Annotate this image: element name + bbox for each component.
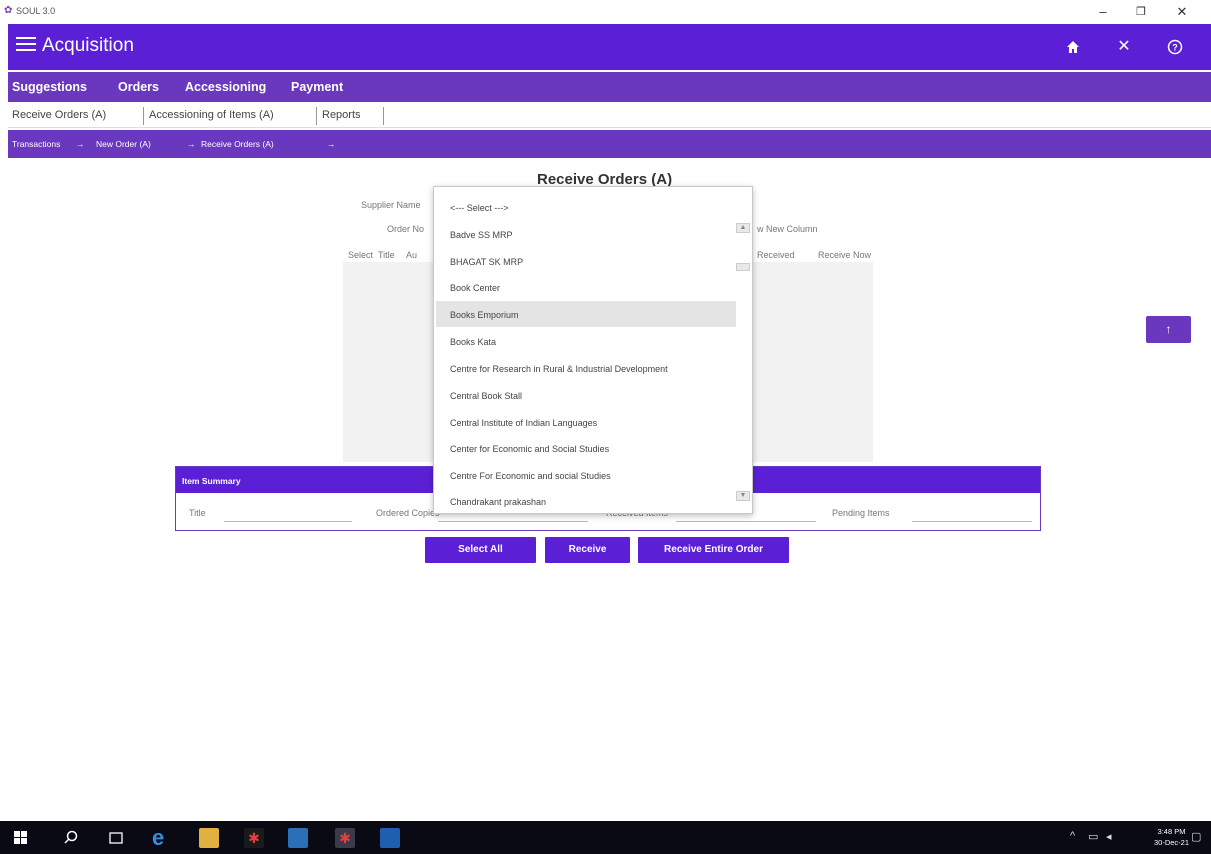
select-all-button[interactable]: Select All [425, 537, 536, 563]
breadcrumb-new-order[interactable]: New Order (A) [96, 139, 151, 149]
edge-browser-icon[interactable]: e [152, 827, 172, 849]
menu-accessioning[interactable]: Accessioning [185, 80, 266, 94]
clock-time: 3:48 PM [1157, 827, 1186, 836]
window-title: SOUL 3.0 [16, 6, 56, 16]
summary-title-label: Title [189, 508, 206, 518]
search-icon[interactable] [61, 828, 81, 848]
word-icon[interactable] [380, 828, 400, 848]
menu-orders[interactable]: Orders [118, 80, 159, 94]
summary-title-field [224, 521, 352, 522]
summary-received-field [676, 521, 816, 522]
dropdown-option[interactable]: <--- Select ---> [450, 203, 509, 213]
dropdown-option[interactable]: Centre For Economic and social Studies [450, 471, 611, 481]
maximize-button[interactable]: ❐ [1127, 2, 1155, 22]
notifications-icon[interactable]: ▢ [1191, 830, 1201, 843]
summary-pending-label: Pending Items [832, 508, 890, 518]
network-icon[interactable]: ▭ [1088, 830, 1098, 843]
breadcrumb-receive-orders[interactable]: Receive Orders (A) [201, 139, 274, 149]
breadcrumb: Transactions → New Order (A) → Receive O… [8, 130, 1211, 158]
scrollbar-thumb[interactable] [736, 263, 750, 271]
main-menu: Suggestions Orders Accessioning Payment [8, 72, 1211, 102]
summary-ordered-field [438, 521, 588, 522]
app-header: Acquisition ✕ ? [8, 24, 1211, 70]
scroll-down-icon[interactable]: ▼ [736, 491, 750, 501]
app-icon-blue[interactable] [288, 828, 308, 848]
supplier-dropdown-list[interactable]: <--- Select ---> Badve SS MRP BHAGAT SK … [433, 186, 753, 514]
help-icon-glyph: ? [1172, 43, 1178, 53]
dropdown-option[interactable]: Books Kata [450, 337, 496, 347]
receive-button[interactable]: Receive [545, 537, 630, 563]
tab-accessioning-of-items[interactable]: Accessioning of Items (A) [145, 107, 317, 125]
grid-header-author: Au [406, 250, 418, 260]
minimize-button[interactable]: – [1089, 2, 1117, 22]
dropdown-option[interactable]: Centre for Research in Rural & Industria… [450, 364, 668, 374]
scroll-up-icon[interactable]: ▲ [736, 223, 750, 233]
dropdown-option[interactable]: Chandrakant prakashan [450, 497, 546, 507]
sub-tabs: Receive Orders (A) Accessioning of Items… [8, 104, 1211, 128]
grid-header-title: Title [378, 250, 395, 260]
app-icon-red[interactable]: ✱ [244, 828, 264, 848]
menu-payment[interactable]: Payment [291, 80, 343, 94]
breadcrumb-separator: → [187, 139, 196, 149]
header-close-icon[interactable]: ✕ [1113, 36, 1135, 58]
tab-reports[interactable]: Reports [318, 107, 384, 125]
file-explorer-icon[interactable] [199, 828, 219, 848]
app-name: Acquisition [42, 35, 134, 56]
receive-entire-order-button[interactable]: Receive Entire Order [638, 537, 789, 563]
dropdown-option[interactable]: Badve SS MRP [450, 230, 513, 240]
summary-pending-field [912, 521, 1032, 522]
menu-suggestions[interactable]: Suggestions [12, 80, 87, 94]
grid-header-receive-now: Receive Now [818, 250, 872, 260]
clock-date: 30-Dec-21 [1154, 838, 1190, 847]
start-windows-icon[interactable] [14, 831, 27, 844]
home-icon[interactable] [1062, 36, 1084, 58]
dropdown-option[interactable]: Center for Economic and Social Studies [450, 444, 609, 454]
new-column-label[interactable]: w New Column [757, 224, 818, 234]
window-close-button[interactable]: ✕ [1168, 2, 1196, 22]
breadcrumb-separator: → [327, 139, 336, 149]
supplier-name-label: Supplier Name [361, 200, 421, 210]
scroll-to-top-button[interactable]: ↑ [1146, 316, 1191, 343]
grid-header-received: Received [757, 250, 795, 260]
dropdown-option[interactable]: Books Emporium [450, 310, 519, 320]
breadcrumb-separator: → [76, 139, 85, 149]
tab-receive-orders[interactable]: Receive Orders (A) [8, 107, 144, 125]
taskbar: e ✱ ✱ ^ ▭ ◂ 3:48 PM 30-Dec-21 ▢ [0, 821, 1211, 854]
window-title-bar: ✿ SOUL 3.0 – ❐ ✕ [0, 0, 1211, 24]
grid-header-select: Select [348, 250, 374, 260]
app-logo-icon: ✿ [4, 5, 13, 16]
summary-ordered-label: Ordered Copies [376, 508, 440, 518]
volume-icon[interactable]: ◂ [1106, 830, 1112, 843]
dropdown-option[interactable]: Central Institute of Indian Languages [450, 418, 597, 428]
dropdown-option[interactable]: Central Book Stall [450, 391, 522, 401]
dropdown-option[interactable]: BHAGAT SK MRP [450, 257, 523, 267]
app-icon-active[interactable]: ✱ [335, 828, 355, 848]
help-icon[interactable]: ? [1164, 36, 1186, 58]
task-view-icon[interactable] [106, 828, 126, 848]
hamburger-menu-icon[interactable] [16, 35, 38, 53]
dropdown-option[interactable]: Book Center [450, 283, 500, 293]
breadcrumb-transactions[interactable]: Transactions [12, 139, 60, 149]
order-no-label: Order No [387, 224, 425, 234]
chevron-up-icon[interactable]: ^ [1070, 830, 1075, 842]
clock[interactable]: 3:48 PM 30-Dec-21 [1154, 826, 1189, 848]
